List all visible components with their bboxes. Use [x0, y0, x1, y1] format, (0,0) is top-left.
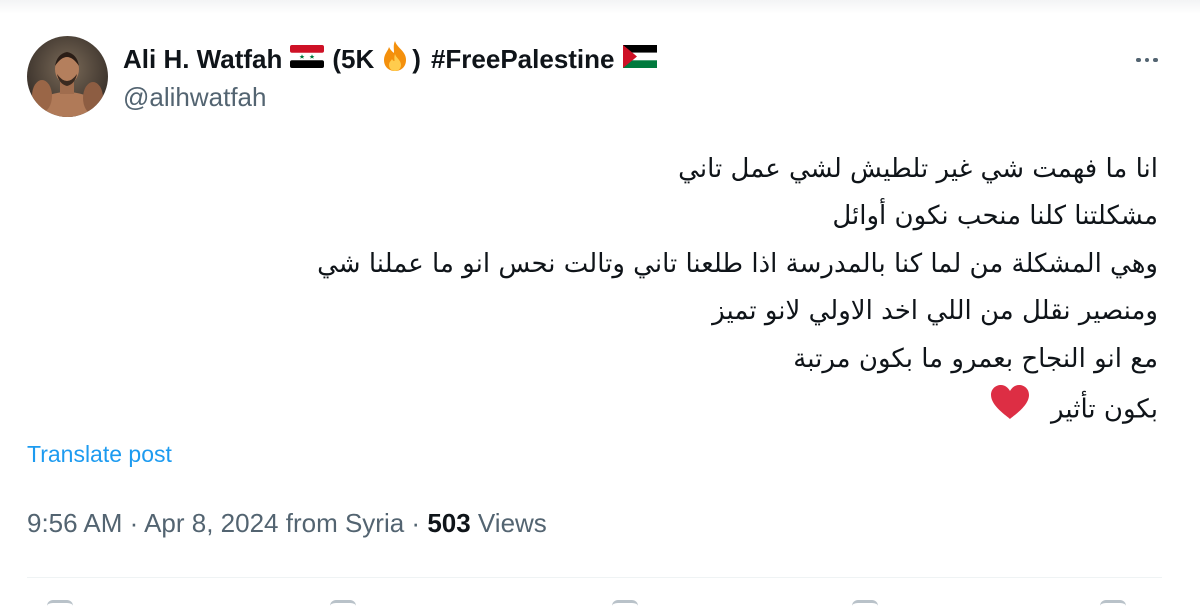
repost-icon[interactable]: [330, 600, 356, 611]
red-heart-emoji-icon: [989, 383, 1031, 437]
post-line: ومنصير نقلل من اللي اخد الاولي لانو تميز: [712, 296, 1158, 327]
previous-post-edge: [0, 0, 1200, 14]
post-time[interactable]: 9:56 AM: [27, 508, 122, 538]
divider: [27, 577, 1162, 578]
post-line: وهي المشكلة من لما كنا بالمدرسة اذا طلعن…: [317, 248, 1158, 279]
post-line-text: بكون تأثير: [1051, 394, 1158, 425]
more-options-icon[interactable]: [1127, 50, 1167, 70]
post-header: Ali H. Watfah (5K ) #FreePalestine @alih…: [27, 36, 1167, 118]
followers-badge-close: ): [412, 44, 421, 74]
views-label[interactable]: Views: [471, 508, 547, 538]
post-text: انا ما فهمت شي غير تلطيش لشي عمل تاني مش…: [98, 146, 1158, 437]
fire-emoji-icon: [380, 40, 410, 79]
post-line: انا ما فهمت شي غير تلطيش لشي عمل تاني: [678, 154, 1158, 184]
post-date[interactable]: Apr 8, 2024: [144, 508, 278, 538]
post-meta: 9:56 AM · Apr 8, 2024 from Syria · 503 V…: [27, 508, 547, 539]
palestine-flag-icon: [622, 44, 657, 75]
syria-flag-icon: [290, 44, 325, 75]
hashtag-link[interactable]: #FreePalestine: [431, 44, 615, 75]
author-handle[interactable]: @alihwatfah: [123, 82, 266, 113]
meta-separator: ·: [122, 508, 145, 538]
meta-separator: ·: [404, 508, 428, 538]
reply-icon[interactable]: [47, 600, 73, 611]
share-icon[interactable]: [1100, 600, 1126, 611]
post-line: مع انو النجاح بعمرو ما بكون مرتبة: [793, 343, 1158, 374]
display-name[interactable]: Ali H. Watfah: [123, 44, 282, 75]
post-line-last: بكون تأثير: [98, 383, 1158, 437]
bookmark-icon[interactable]: [852, 600, 878, 611]
avatar[interactable]: [27, 36, 108, 117]
views-count[interactable]: 503: [427, 508, 470, 538]
like-icon[interactable]: [612, 600, 638, 611]
post-line: مشكلتنا كلنا منحب نكون أوائل: [832, 201, 1158, 232]
author-name-row[interactable]: Ali H. Watfah (5K ) #FreePalestine: [123, 40, 665, 79]
action-bar-edge: [0, 596, 1200, 607]
followers-badge-open: (5K: [332, 44, 375, 74]
translate-post-link[interactable]: Translate post: [27, 441, 172, 468]
post-location: from Syria: [278, 508, 405, 538]
